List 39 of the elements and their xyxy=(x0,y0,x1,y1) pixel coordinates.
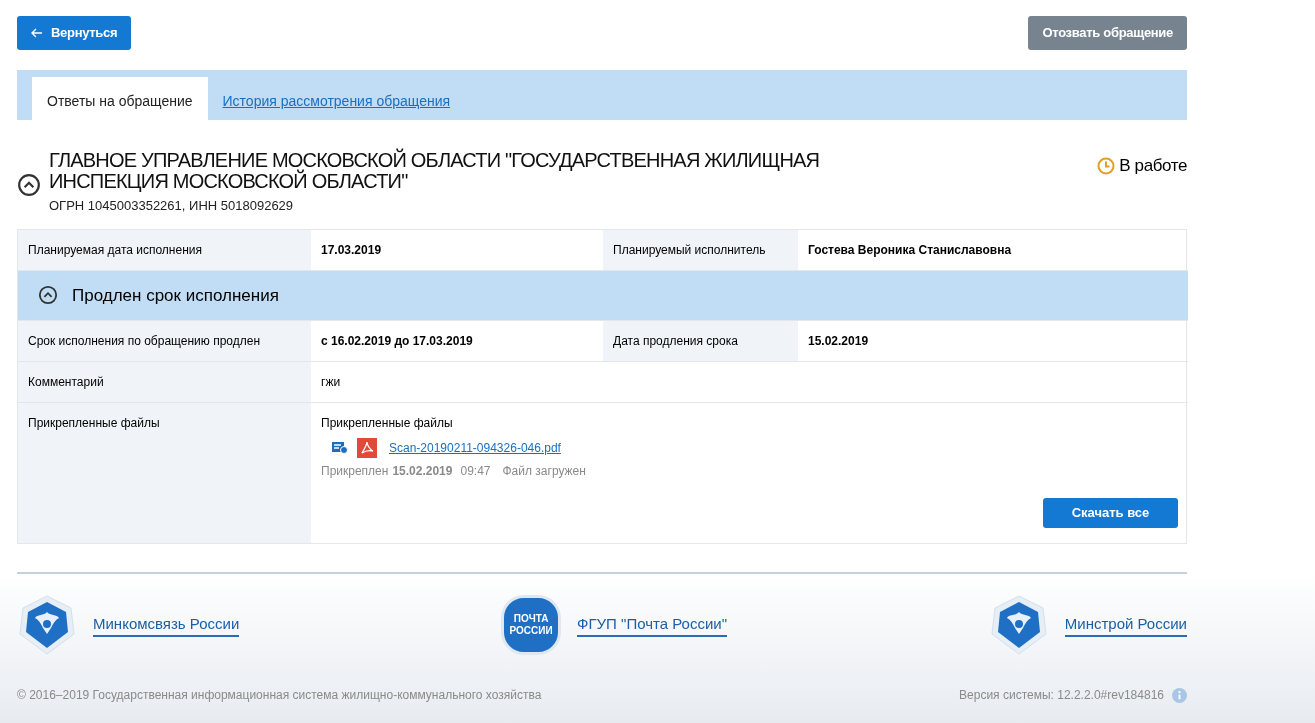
organization-title: ГЛАВНОЕ УПРАВЛЕНИЕ МОСКОВСКОЙ ОБЛАСТИ "ГОСУДАРСТВЕННАЯ ЖИЛИЩНАЯ ИНСПЕКЦИЯ МОСКОВСКОЙ ОБЛАСТИ" xyxy=(49,150,821,192)
attached-time: 09:47 xyxy=(460,463,491,480)
clock-icon xyxy=(1097,156,1116,175)
field-value: 17.03.2019 xyxy=(320,241,383,259)
pdf-icon xyxy=(357,438,377,458)
organization-ids: ОГРН 1045003352261, ИНН 5018092629 xyxy=(49,197,295,215)
field-label: Комментарий xyxy=(18,361,311,402)
revoke-button[interactable]: Отозвать обращение xyxy=(1028,16,1187,50)
collapse-toggle-icon[interactable] xyxy=(17,172,41,197)
file-link[interactable]: Scan-20190211-094326-046.pdf xyxy=(389,439,561,457)
certificate-icon xyxy=(331,440,349,456)
download-all-button[interactable]: Скачать все xyxy=(1043,498,1178,528)
file-state: Файл загружен xyxy=(502,463,586,480)
copyright-text: © 2016–2019 Государственная информационная система жилищно-коммунального хозяйства xyxy=(17,687,542,704)
field-value: гжи xyxy=(311,361,1188,402)
collapse-toggle-icon[interactable] xyxy=(38,285,58,306)
field-label: Дата продления срока xyxy=(603,320,798,361)
footer-link[interactable]: Минкомсвязь России xyxy=(93,612,240,638)
arrow-left-icon xyxy=(31,28,43,38)
emblem-logo-icon xyxy=(988,594,1049,656)
footer-link[interactable]: ФГУП "Почта России" xyxy=(577,612,727,638)
tab[interactable]: Ответы на обращение xyxy=(32,77,208,120)
post-logo: ПОЧТА РОССИИ xyxy=(501,595,562,655)
field-label: Прикрепленные файлы xyxy=(18,402,311,543)
back-button[interactable]: Вернуться xyxy=(17,16,132,50)
field-label: Срок исполнения по обращению продлен xyxy=(18,320,311,361)
field-label: Планируемая дата исполнения xyxy=(18,229,311,270)
attached-date: 15.02.2019 xyxy=(392,463,453,480)
section-title: Продлен срок исполнения xyxy=(72,284,279,307)
field-value: Гостева Вероника Станиславовна xyxy=(807,241,1013,259)
emblem-logo-icon xyxy=(17,594,77,656)
status-text: В работе xyxy=(1119,155,1187,177)
field-label: Планируемый исполнитель xyxy=(603,229,798,270)
files-heading: Прикрепленные файлы xyxy=(321,415,454,432)
version-text: Версия системы: 12.2.2.0#rev184816 xyxy=(959,687,1164,704)
tab[interactable]: История рассмотрения обращения xyxy=(207,77,466,120)
footer-link[interactable]: Минстрой России xyxy=(1064,612,1187,638)
field-value: 15.02.2019 xyxy=(798,320,1188,361)
attached-label: Прикреплен xyxy=(321,463,389,480)
